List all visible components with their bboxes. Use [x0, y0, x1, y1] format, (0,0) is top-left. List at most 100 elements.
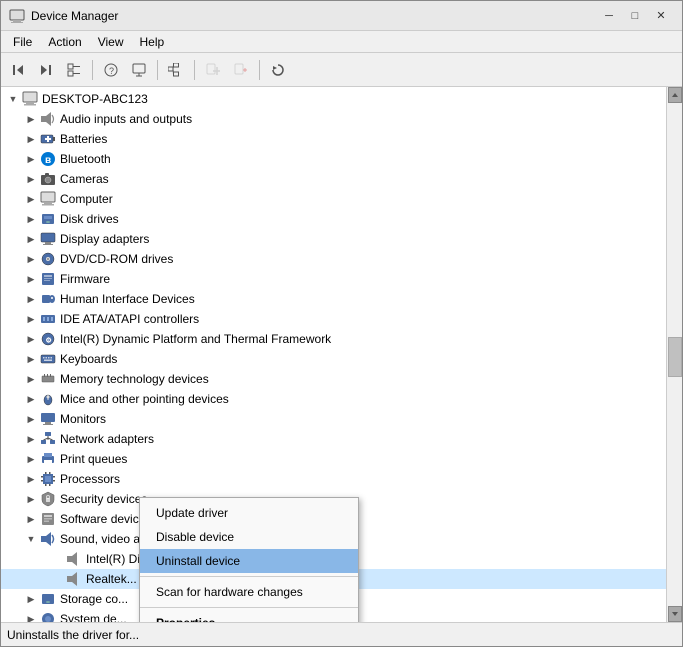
hid-label: Human Interface Devices: [60, 292, 195, 306]
system-toggle[interactable]: ▶: [23, 611, 39, 622]
security-label: Security devices: [60, 492, 147, 506]
root-toggle[interactable]: ▼: [5, 91, 21, 107]
firmware-label: Firmware: [60, 272, 110, 286]
tree-item-computer[interactable]: ▶ Computer: [1, 189, 666, 209]
print-toggle[interactable]: ▶: [23, 451, 39, 467]
computer-toggle[interactable]: ▶: [23, 191, 39, 207]
tree-item-processors[interactable]: ▶: [1, 469, 666, 489]
software-icon: [39, 510, 57, 528]
hid-icon: [39, 290, 57, 308]
monitors-label: Monitors: [60, 412, 106, 426]
ctx-update-driver[interactable]: Update driver: [140, 501, 358, 525]
system-label: System de...: [60, 612, 127, 622]
tree-item-disk[interactable]: ▶ Disk drives: [1, 209, 666, 229]
software-toggle[interactable]: ▶: [23, 511, 39, 527]
hid-toggle[interactable]: ▶: [23, 291, 39, 307]
svg-text:⚙: ⚙: [46, 337, 52, 345]
bluetooth-toggle[interactable]: ▶: [23, 151, 39, 167]
maximize-button[interactable]: □: [622, 6, 648, 26]
cameras-toggle[interactable]: ▶: [23, 171, 39, 187]
tree-item-hid[interactable]: ▶ Human Interface Devices: [1, 289, 666, 309]
storage-toggle[interactable]: ▶: [23, 591, 39, 607]
forward-button[interactable]: [33, 57, 59, 83]
processors-toggle[interactable]: ▶: [23, 471, 39, 487]
storage-icon: [39, 590, 57, 608]
refresh-button[interactable]: [265, 57, 291, 83]
intel-audio-icon: [65, 550, 83, 568]
processors-label: Processors: [60, 472, 120, 486]
tree-item-monitors[interactable]: ▶ Monitors: [1, 409, 666, 429]
network-toggle[interactable]: ▶: [23, 431, 39, 447]
scroll-up[interactable]: [668, 87, 682, 103]
monitors-toggle[interactable]: ▶: [23, 411, 39, 427]
batteries-toggle[interactable]: ▶: [23, 131, 39, 147]
tree-item-audio[interactable]: ▶ Audio inputs and outputs: [1, 109, 666, 129]
sound-toggle[interactable]: ▼: [23, 531, 39, 547]
ide-label: IDE ATA/ATAPI controllers: [60, 312, 199, 326]
tree-item-dvd[interactable]: ▶ DVD/CD-ROM drives: [1, 249, 666, 269]
intel-toggle[interactable]: ▶: [23, 331, 39, 347]
ctx-separator-2: [140, 607, 358, 608]
tree-item-mice[interactable]: ▶ Mice and other pointing devices: [1, 389, 666, 409]
menu-view[interactable]: View: [90, 33, 132, 51]
monitors-icon: [39, 410, 57, 428]
display-label: Display adapters: [60, 232, 149, 246]
computer-label: Computer: [60, 192, 113, 206]
scroll-down[interactable]: [668, 606, 682, 622]
tree-item-ide[interactable]: ▶ IDE ATA/ATAPI controllers: [1, 309, 666, 329]
tree-item-firmware[interactable]: ▶ Firmware: [1, 269, 666, 289]
close-button[interactable]: ✕: [648, 6, 674, 26]
context-menu: Update driver Disable device Uninstall d…: [139, 497, 359, 622]
menu-help[interactable]: Help: [132, 33, 173, 51]
scrollbar[interactable]: [666, 87, 682, 622]
tree-item-intel[interactable]: ▶ ⚙ Intel(R) Dynamic Platform and Therma…: [1, 329, 666, 349]
tree-item-batteries[interactable]: ▶ Batteries: [1, 129, 666, 149]
firmware-toggle[interactable]: ▶: [23, 271, 39, 287]
computer-button[interactable]: [126, 57, 152, 83]
keyboards-icon: [39, 350, 57, 368]
mice-toggle[interactable]: ▶: [23, 391, 39, 407]
memory-toggle[interactable]: ▶: [23, 371, 39, 387]
root-label: DESKTOP-ABC123: [42, 92, 148, 106]
keyboards-toggle[interactable]: ▶: [23, 351, 39, 367]
toolbar-sep-4: [259, 60, 260, 80]
tree-item-memory[interactable]: ▶ Memory technology devices: [1, 369, 666, 389]
window-title: Device Manager: [31, 9, 118, 23]
ctx-scan-hardware[interactable]: Scan for hardware changes: [140, 580, 358, 604]
tree-toggle-button[interactable]: [61, 57, 87, 83]
tree-item-network[interactable]: ▶ Network adapters: [1, 429, 666, 449]
display-toggle[interactable]: ▶: [23, 231, 39, 247]
menu-action[interactable]: Action: [40, 33, 89, 51]
network-icon: [39, 430, 57, 448]
help-button[interactable]: ?: [98, 57, 124, 83]
batteries-icon: [39, 130, 57, 148]
dvd-toggle[interactable]: ▶: [23, 251, 39, 267]
ctx-separator-1: [140, 576, 358, 577]
mice-icon: [39, 390, 57, 408]
cameras-label: Cameras: [60, 172, 109, 186]
scroll-thumb[interactable]: [668, 337, 682, 377]
minimize-button[interactable]: ─: [596, 6, 622, 26]
toolbar-sep-1: [92, 60, 93, 80]
tree-item-print[interactable]: ▶ Print queues: [1, 449, 666, 469]
ctx-properties[interactable]: Properties: [140, 611, 358, 622]
disk-toggle[interactable]: ▶: [23, 211, 39, 227]
security-toggle[interactable]: ▶: [23, 491, 39, 507]
ctx-uninstall-device[interactable]: Uninstall device: [140, 549, 358, 573]
tree-item-keyboards[interactable]: ▶ Keyboards: [1, 349, 666, 369]
audio-label: Audio inputs and outputs: [60, 112, 192, 126]
intel-label: Intel(R) Dynamic Platform and Thermal Fr…: [60, 332, 331, 346]
tree-item-cameras[interactable]: ▶ Cameras: [1, 169, 666, 189]
tree-root[interactable]: ▼ DESKTOP-ABC123: [1, 89, 666, 109]
realtek-icon: [65, 570, 83, 588]
audio-toggle[interactable]: ▶: [23, 111, 39, 127]
tree-item-bluetooth[interactable]: ▶ ʙ Bluetooth: [1, 149, 666, 169]
menu-file[interactable]: File: [5, 33, 40, 51]
ctx-disable-device[interactable]: Disable device: [140, 525, 358, 549]
app-icon: [9, 8, 25, 24]
network-button[interactable]: [163, 57, 189, 83]
dvd-icon: [39, 250, 57, 268]
tree-item-display[interactable]: ▶ Display adapters: [1, 229, 666, 249]
back-button[interactable]: [5, 57, 31, 83]
ide-toggle[interactable]: ▶: [23, 311, 39, 327]
